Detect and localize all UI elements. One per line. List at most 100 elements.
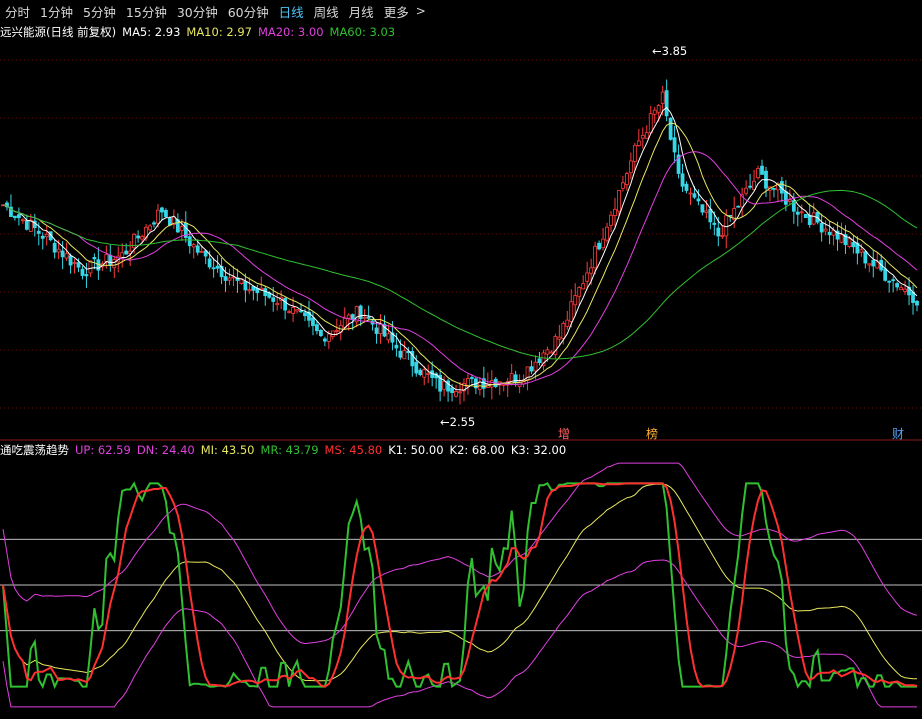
- candle-body-162: [644, 132, 649, 139]
- candle-body-144: [573, 295, 578, 306]
- candle-body-86: [342, 317, 347, 328]
- candle-body-140: [557, 336, 562, 340]
- candle-body-203: [807, 214, 812, 226]
- candle-body-137: [545, 349, 550, 355]
- high-price-label: ←3.85: [652, 44, 688, 58]
- candle-body-11: [44, 233, 49, 238]
- candle-body-20: [80, 268, 85, 276]
- indicator-legend: 通吃震荡趋势 UP: 62.59 DN: 24.40 MI: 43.50 MR: 43…: [0, 442, 572, 458]
- event-badge-1[interactable]: 榜: [646, 425, 658, 442]
- candle-body-104: [414, 361, 419, 374]
- candle-body-123: [489, 380, 494, 388]
- candle-body-133: [529, 366, 534, 372]
- candle-body-194: [772, 188, 776, 190]
- candle-body-168: [668, 117, 673, 140]
- candle-body-230: [915, 300, 919, 306]
- candle-body-38: [152, 222, 156, 225]
- candle-body-73: [291, 307, 295, 314]
- candle-body-62: [247, 289, 252, 292]
- candle-body-69: [275, 303, 280, 306]
- candle-body-72: [287, 311, 292, 313]
- indicator-title: 通吃震荡趋势: [0, 443, 69, 457]
- candle-body-185: [736, 205, 741, 208]
- candle-body-202: [803, 213, 808, 219]
- candle-body-182: [724, 215, 729, 237]
- candle-body-23: [92, 257, 97, 260]
- candle-body-134: [533, 361, 538, 372]
- candle-body-156: [621, 182, 625, 189]
- candle-body-220: [875, 261, 880, 269]
- candle-body-191: [760, 165, 764, 175]
- ma-value-2: MA20: 3.00: [257, 25, 324, 39]
- candle-body-49: [195, 245, 200, 253]
- candle-body-35: [140, 236, 144, 240]
- indicator-value-1: DN: 24.40: [136, 443, 195, 457]
- candle-body-22: [88, 260, 93, 274]
- candle-body-223: [887, 280, 892, 283]
- event-badge-2[interactable]: 财: [892, 425, 904, 442]
- candle-body-39: [156, 209, 160, 224]
- candle-body-147: [585, 272, 590, 282]
- low-price-label: ←2.55: [440, 415, 476, 429]
- candle-body-179: [712, 222, 717, 225]
- candle-body-164: [652, 109, 657, 115]
- indicator-line-up: [2, 462, 918, 645]
- candle-body-75: [299, 310, 303, 313]
- candle-body-200: [795, 211, 800, 215]
- candle-body-216: [859, 249, 864, 253]
- candle-body-159: [632, 144, 637, 162]
- candle-body-17: [68, 255, 73, 266]
- ma-value-0: MA5: 2.93: [122, 25, 181, 39]
- candle-body-151: [601, 238, 605, 249]
- candle-body-61: [243, 281, 248, 291]
- candle-body-201: [799, 211, 804, 214]
- candle-body-19: [76, 262, 81, 268]
- candle-body-78: [311, 317, 315, 326]
- ma-value-3: MA60: 3.03: [329, 25, 396, 39]
- candle-body-9: [36, 230, 41, 234]
- candle-body-74: [295, 309, 299, 312]
- candle-body-143: [569, 301, 574, 322]
- candle-body-197: [783, 191, 788, 205]
- candle-body-198: [787, 199, 792, 202]
- candle-body-207: [823, 228, 828, 232]
- candle-body-94: [374, 327, 379, 334]
- candle-body-219: [871, 259, 876, 267]
- candle-body-28: [112, 259, 117, 269]
- candle-body-165: [656, 105, 661, 113]
- candle-body-148: [589, 267, 594, 274]
- candle-body-87: [346, 314, 351, 319]
- event-badge-0[interactable]: 增: [558, 425, 570, 442]
- left-arrow-icon: ←: [440, 415, 450, 429]
- indicator-line-dn: [2, 559, 917, 708]
- candle-body-158: [628, 160, 633, 174]
- indicator-value-2: MI: 43.50: [200, 443, 255, 457]
- candle-body-206: [819, 222, 824, 233]
- candle-body-154: [613, 208, 617, 216]
- candle-body-81: [322, 338, 327, 342]
- candle-body-217: [863, 251, 868, 264]
- indicator-value-7: K3: 32.00: [510, 443, 567, 457]
- candle-body-187: [744, 187, 749, 194]
- candle-body-48: [191, 244, 196, 248]
- candle-body-129: [513, 374, 518, 384]
- candle-body-174: [692, 193, 697, 198]
- candle-body-31: [124, 250, 129, 255]
- candle-body-99: [394, 344, 399, 349]
- candle-body-171: [680, 173, 685, 187]
- candle-body-79: [315, 324, 319, 332]
- candle-body-175: [696, 198, 701, 202]
- main-legend: 远兴能源(日线 前复权) MA5: 2.93 MA10: 2.97 MA20: 3.…: [0, 24, 401, 40]
- candle-body-226: [899, 287, 904, 291]
- indicator-value-4: MS: 45.80: [324, 443, 383, 457]
- candle-body-169: [672, 137, 677, 153]
- candle-body-13: [52, 242, 57, 253]
- candle-body-189: [752, 180, 756, 190]
- candle-body-57: [227, 277, 232, 281]
- candle-body-5: [20, 219, 25, 222]
- candle-body-161: [640, 134, 645, 139]
- candle-body-208: [827, 231, 832, 236]
- candle-body-166: [660, 91, 665, 104]
- candle-body-142: [565, 319, 570, 327]
- candle-body-188: [748, 185, 752, 188]
